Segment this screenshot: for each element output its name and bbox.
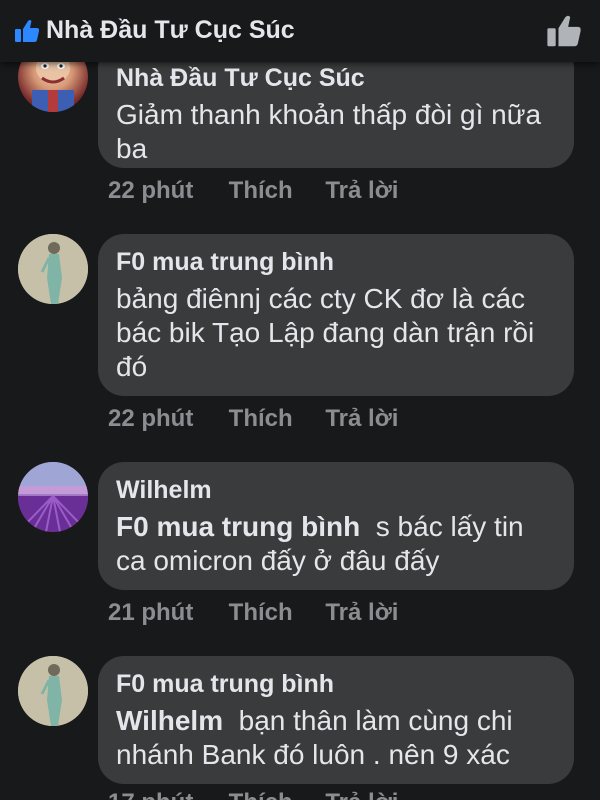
comment-author[interactable]: F0 mua trung bình (116, 668, 556, 700)
comment-text: Wilhelm bạn thân làm cùng chi nhánh Bank… (116, 704, 556, 772)
comment-bubble[interactable]: F0 mua trung bình Wilhelm bạn thân làm c… (98, 656, 574, 784)
avatar-image (18, 234, 88, 304)
comment-actions: 21 phút Thích Trả lời (108, 599, 398, 627)
avatar-image (18, 462, 88, 532)
page-title[interactable]: Nhà Đầu Tư Cục Súc (46, 16, 295, 45)
like-page-button[interactable] (544, 12, 584, 50)
comment-actions: 22 phút Thích Trả lời (108, 177, 398, 205)
comment-text: F0 mua trung bình s bác lấy tin ca omicr… (116, 510, 556, 578)
comment-text: bảng điênnj các cty CK đơ là các bác bik… (116, 283, 535, 382)
comments-screen: Nhà Đầu Tư Cục Súc Giảm thanh khoản thấp… (0, 0, 600, 800)
avatar[interactable] (18, 656, 88, 726)
thumbs-up-icon (15, 20, 40, 42)
comment-author[interactable]: F0 mua trung bình (116, 246, 556, 278)
comment-time[interactable]: 22 phút (108, 177, 222, 205)
thumbs-up-icon (547, 15, 581, 47)
comment-time[interactable]: 22 phút (108, 405, 222, 433)
like-link[interactable]: Thích (229, 405, 319, 433)
like-link[interactable]: Thích (229, 177, 319, 205)
page-header: Nhà Đầu Tư Cục Súc (0, 0, 600, 62)
like-link[interactable]: Thích (229, 789, 319, 800)
reply-link[interactable]: Trả lời (325, 177, 398, 205)
avatar[interactable] (18, 234, 88, 304)
comment-time[interactable]: 17 phút (108, 789, 222, 800)
avatar[interactable] (18, 462, 88, 532)
like-link[interactable]: Thích (229, 599, 319, 627)
comment-text: Giảm thanh khoản thấp đòi gì nữa ba (116, 99, 542, 164)
reply-link[interactable]: Trả lời (325, 789, 398, 800)
comment-actions: 17 phút Thích Trả lời (108, 789, 398, 800)
comment-actions: 22 phút Thích Trả lời (108, 405, 398, 433)
avatar-image (18, 656, 88, 726)
comment-author[interactable]: Wilhelm (116, 474, 556, 506)
mention-link[interactable]: Wilhelm (116, 705, 223, 736)
reply-link[interactable]: Trả lời (325, 405, 398, 433)
comment-author[interactable]: Nhà Đầu Tư Cục Súc (116, 62, 556, 94)
comment-bubble[interactable]: F0 mua trung bình bảng điênnj các cty CK… (98, 234, 574, 396)
comment-time[interactable]: 21 phút (108, 599, 222, 627)
mention-link[interactable]: F0 mua trung bình (116, 511, 360, 542)
comment-bubble[interactable]: Wilhelm F0 mua trung bình s bác lấy tin … (98, 462, 574, 590)
reply-link[interactable]: Trả lời (325, 599, 398, 627)
